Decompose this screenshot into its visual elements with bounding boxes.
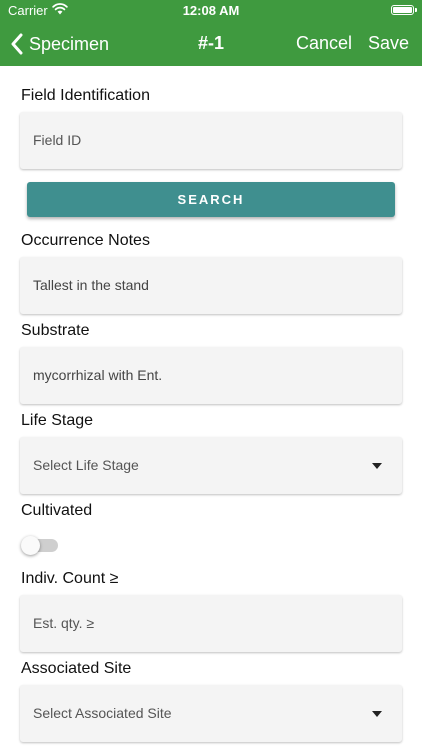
caret-down-icon [372, 463, 382, 469]
field-identification-placeholder: Field ID [33, 132, 82, 148]
save-button[interactable]: Save [368, 33, 409, 54]
life-stage-placeholder: Select Life Stage [33, 457, 139, 473]
substrate-value: mycorrhizal with Ent. [33, 367, 163, 383]
navigation-bar: Specimen #-1 Cancel Save [0, 22, 422, 66]
occurrence-notes-label: Occurrence Notes [21, 232, 150, 249]
caret-down-icon [372, 711, 382, 717]
substrate-label: Substrate [21, 322, 90, 339]
indiv-count-label: Indiv. Count ≥ [21, 570, 119, 587]
substrate-input[interactable]: mycorrhizal with Ent. [20, 347, 402, 404]
indiv-count-input[interactable]: Est. qty. ≥ [20, 595, 402, 652]
header: Carrier 12:08 AM Specimen #-1 Cancel Sav… [0, 0, 422, 66]
status-bar: Carrier 12:08 AM [0, 0, 422, 22]
occurrence-notes-value: Tallest in the stand [33, 277, 149, 293]
field-identification-input[interactable]: Field ID [20, 112, 402, 169]
associated-site-select[interactable]: Select Associated Site [20, 685, 402, 742]
page-title: #-1 [197, 33, 224, 53]
cancel-button[interactable]: Cancel [296, 33, 352, 54]
cultivated-toggle[interactable] [21, 536, 58, 555]
field-identification-label: Field Identification [21, 87, 150, 104]
toggle-knob [21, 536, 40, 555]
life-stage-select[interactable]: Select Life Stage [20, 437, 402, 494]
cultivated-label: Cultivated [21, 502, 93, 519]
life-stage-label: Life Stage [21, 412, 94, 429]
battery-icon [391, 5, 417, 15]
battery-level-fill [393, 7, 412, 13]
indiv-count-placeholder: Est. qty. ≥ [33, 615, 95, 631]
status-time: 12:08 AM [182, 3, 240, 18]
associated-site-placeholder: Select Associated Site [33, 705, 172, 721]
search-button[interactable]: SEARCH [27, 182, 395, 217]
associated-site-label: Associated Site [21, 660, 132, 677]
occurrence-notes-input[interactable]: Tallest in the stand [20, 257, 402, 314]
